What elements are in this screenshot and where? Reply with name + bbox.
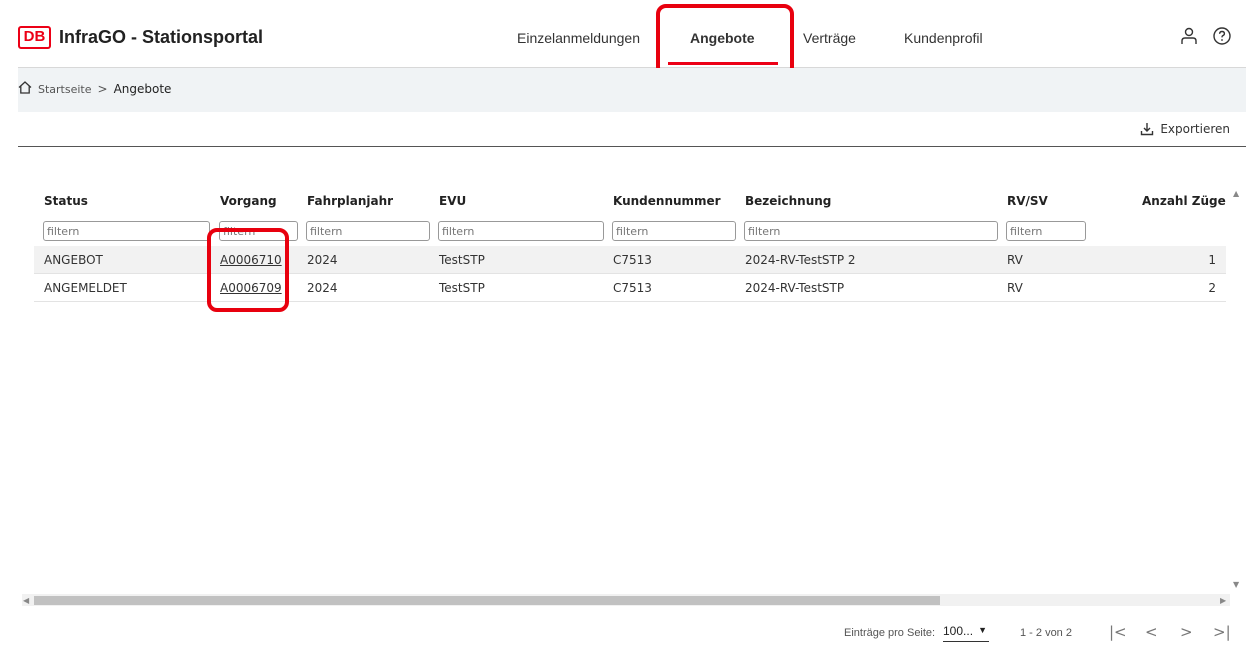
column-header-kundennummer[interactable]: Kundennummer [613,194,721,208]
per-page-select[interactable]: 100... ▼ [943,624,989,642]
cell-evu: TestSTP [439,281,485,295]
horizontal-scroll-thumb[interactable] [34,596,940,605]
filter-fahrplanjahr[interactable] [306,221,430,241]
per-page-label: Einträge pro Seite: [844,627,936,639]
vertical-scrollbar[interactable] [1230,188,1242,593]
filter-rvsv[interactable] [1006,221,1086,241]
scroll-right-icon[interactable]: ▶ [1220,596,1226,605]
prev-page-button[interactable]: < [1145,623,1158,641]
breadcrumb-home[interactable]: Startseite [38,83,92,96]
cell-rvsv: RV [1007,281,1023,295]
per-page-value: 100... [943,624,974,638]
last-page-button[interactable]: >| [1213,623,1231,641]
cell-status: ANGEBOT [44,253,103,267]
column-header-evu[interactable]: EVU [439,194,466,208]
column-header-rvsv[interactable]: RV/SV [1007,194,1048,208]
filter-kundennummer[interactable] [612,221,736,241]
cell-kundennummer: C7513 [613,253,652,267]
filter-status[interactable] [43,221,210,241]
cell-anzahl-zuege: 2 [1208,281,1216,295]
highlight-vorgang-column [207,228,289,312]
chevron-down-icon: ▼ [978,625,987,635]
nav-einzelanmeldungen[interactable]: Einzelanmeldungen [517,30,640,46]
export-button[interactable]: Exportieren [1140,122,1230,136]
first-page-button[interactable]: |< [1109,623,1127,641]
filter-bezeichnung[interactable] [744,221,998,241]
page-range: 1 - 2 von 2 [1020,627,1072,639]
cell-anzahl-zuege: 1 [1208,253,1216,267]
breadcrumb: Startseite > Angebote [18,81,171,97]
cell-fahrplanjahr: 2024 [307,253,338,267]
column-header-vorgang[interactable]: Vorgang [220,194,277,208]
download-icon [1141,123,1154,136]
app-logo[interactable]: DB InfraGO - Stationsportal [18,26,263,49]
app-title: InfraGO - Stationsportal [59,27,264,47]
breadcrumb-current: Angebote [113,82,172,96]
filter-evu[interactable] [438,221,604,241]
column-header-bezeichnung[interactable]: Bezeichnung [745,194,831,208]
highlight-angebote-tab [656,4,794,77]
scroll-down-icon[interactable]: ▼ [1233,580,1239,589]
scroll-up-icon[interactable]: ▲ [1233,189,1239,198]
help-icon[interactable] [1212,26,1232,46]
next-page-button[interactable]: > [1180,623,1193,641]
column-header-status[interactable]: Status [44,194,88,208]
column-header-anzahl-zuege[interactable]: Anzahl Züge [1142,194,1226,208]
export-label: Exportieren [1160,122,1230,136]
column-header-fahrplanjahr[interactable]: Fahrplanjahr [307,194,393,208]
cell-bezeichnung: 2024-RV-TestSTP [745,281,845,295]
breadcrumb-bar [18,68,1246,112]
breadcrumb-separator: > [97,82,108,96]
scroll-left-icon[interactable]: ◀ [23,596,29,605]
nav-kundenprofil[interactable]: Kundenprofil [904,30,983,46]
cell-bezeichnung: 2024-RV-TestSTP 2 [745,253,856,267]
cell-evu: TestSTP [439,253,485,267]
cell-status: ANGEMELDET [44,281,127,295]
cell-rvsv: RV [1007,253,1023,267]
table-toolbar: Exportieren [18,112,1246,147]
home-icon[interactable] [18,81,32,97]
db-logo: DB [18,26,51,49]
cell-fahrplanjahr: 2024 [307,281,338,295]
cell-kundennummer: C7513 [613,281,652,295]
nav-vertraege[interactable]: Verträge [803,30,856,46]
user-icon[interactable] [1179,26,1199,46]
